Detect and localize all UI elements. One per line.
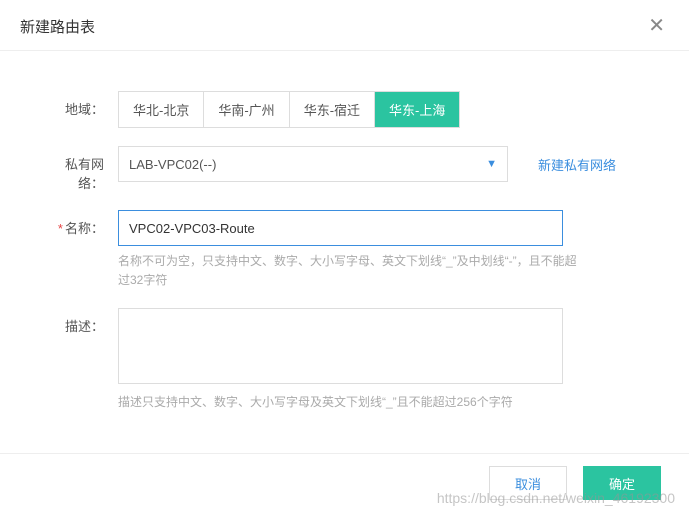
row-name: *名称： 名称不可为空，只支持中文、数字、大小写字母、英文下划线“_”及中划线“… bbox=[40, 210, 649, 290]
dialog-body: 地域： 华北-北京 华南-广州 华东-宿迁 华东-上海 私有网络： LAB-VP… bbox=[0, 51, 689, 453]
control-region: 华北-北京 华南-广州 华东-宿迁 华东-上海 bbox=[118, 91, 649, 128]
dialog-header: 新建路由表 ✕ bbox=[0, 0, 689, 51]
dialog-footer: 取消 确定 bbox=[0, 453, 689, 512]
label-name-text: 名称： bbox=[65, 221, 104, 236]
row-desc: 描述： 描述只支持中文、数字、大小写字母及英文下划线“_”且不能超过256个字符 bbox=[40, 308, 649, 412]
label-region: 地域： bbox=[40, 91, 118, 118]
dialog: 新建路由表 ✕ 地域： 华北-北京 华南-广州 华东-宿迁 华东-上海 私有网络… bbox=[0, 0, 689, 512]
region-tab-shanghai[interactable]: 华东-上海 bbox=[375, 92, 459, 127]
label-vpc: 私有网络： bbox=[40, 146, 118, 192]
desc-textarea[interactable] bbox=[118, 308, 563, 384]
desc-help-text: 描述只支持中文、数字、大小写字母及英文下划线“_”且不能超过256个字符 bbox=[118, 393, 578, 412]
region-tabs: 华北-北京 华南-广州 华东-宿迁 华东-上海 bbox=[118, 91, 460, 128]
create-vpc-link[interactable]: 新建私有网络 bbox=[538, 155, 616, 174]
region-tab-suqian[interactable]: 华东-宿迁 bbox=[290, 92, 375, 127]
row-region: 地域： 华北-北京 华南-广州 华东-宿迁 华东-上海 bbox=[40, 91, 649, 128]
label-name: *名称： bbox=[40, 210, 118, 237]
vpc-select[interactable]: LAB-VPC02(--) ▼ bbox=[118, 146, 508, 182]
dialog-title: 新建路由表 bbox=[20, 16, 95, 37]
name-help-text: 名称不可为空，只支持中文、数字、大小写字母、英文下划线“_”及中划线“-”，且不… bbox=[118, 252, 578, 290]
close-icon[interactable]: ✕ bbox=[644, 14, 669, 38]
region-tab-beijing[interactable]: 华北-北京 bbox=[119, 92, 204, 127]
control-desc: 描述只支持中文、数字、大小写字母及英文下划线“_”且不能超过256个字符 bbox=[118, 308, 649, 412]
control-name: 名称不可为空，只支持中文、数字、大小写字母、英文下划线“_”及中划线“-”，且不… bbox=[118, 210, 649, 290]
chevron-down-icon: ▼ bbox=[486, 158, 497, 170]
cancel-button[interactable]: 取消 bbox=[489, 466, 567, 500]
region-tab-guangzhou[interactable]: 华南-广州 bbox=[204, 92, 289, 127]
row-vpc: 私有网络： LAB-VPC02(--) ▼ 新建私有网络 bbox=[40, 146, 649, 192]
label-desc: 描述： bbox=[40, 308, 118, 335]
control-vpc: LAB-VPC02(--) ▼ 新建私有网络 bbox=[118, 146, 649, 182]
vpc-select-value: LAB-VPC02(--) bbox=[129, 157, 216, 172]
confirm-button[interactable]: 确定 bbox=[583, 466, 661, 500]
required-mark: * bbox=[58, 221, 63, 236]
name-input[interactable] bbox=[118, 210, 563, 246]
